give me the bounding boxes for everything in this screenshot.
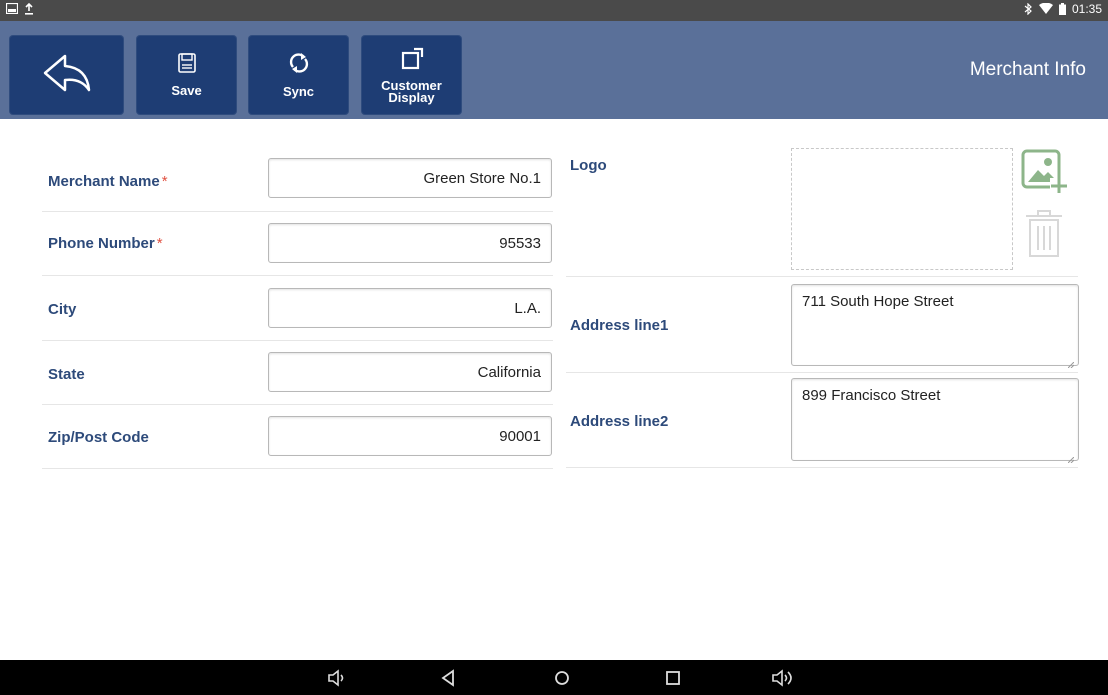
state-input[interactable]: California — [268, 352, 552, 392]
customer-display-icon — [400, 47, 424, 76]
resize-handle-icon[interactable] — [1067, 355, 1075, 369]
page-title: Merchant Info — [969, 59, 1086, 80]
zip-row: Zip/Post Code 90001 — [42, 405, 553, 469]
address2-textarea[interactable]: 899 Francisco Street — [791, 378, 1079, 464]
state-label: State — [48, 366, 85, 383]
phone-number-input[interactable]: 95533 — [268, 223, 552, 263]
customer-display-label: Customer Display — [381, 79, 442, 105]
sync-icon — [289, 52, 309, 79]
wifi-icon — [1038, 2, 1053, 16]
address1-label: Address line1 — [570, 317, 669, 334]
trash-icon[interactable] — [1024, 210, 1064, 260]
bluetooth-icon — [1024, 2, 1033, 16]
volume-down-icon[interactable] — [327, 669, 347, 692]
add-image-icon[interactable] — [1020, 148, 1070, 194]
battery-icon — [1058, 3, 1066, 16]
resize-handle-icon[interactable] — [1067, 450, 1075, 464]
status-bar: 01:35 — [0, 0, 1108, 21]
city-input[interactable]: L.A. — [268, 288, 552, 328]
merchant-name-label-text: Merchant Name — [48, 173, 160, 190]
phone-number-row: Phone Number * 95533 — [42, 212, 553, 276]
phone-number-label-text: Phone Number — [48, 235, 155, 252]
city-label: City — [48, 301, 77, 318]
phone-number-label: Phone Number * — [48, 235, 163, 252]
save-icon — [177, 53, 196, 78]
clock: 01:35 — [1071, 2, 1102, 16]
back-button[interactable] — [9, 35, 124, 115]
sync-button[interactable]: Sync — [248, 35, 349, 115]
zip-label: Zip/Post Code — [48, 429, 149, 446]
back-icon[interactable] — [440, 669, 456, 692]
logo-label: Logo — [570, 157, 607, 174]
address2-value: 899 Francisco Street — [802, 387, 941, 404]
required-marker: * — [156, 235, 163, 252]
customer-display-button[interactable]: Customer Display — [361, 35, 462, 115]
volume-up-icon[interactable] — [771, 669, 795, 692]
home-icon[interactable] — [553, 669, 571, 692]
merchant-name-input[interactable]: Green Store No.1 — [268, 158, 552, 198]
customer-display-label-line2: Display — [388, 89, 435, 105]
address1-value: 711 South Hope Street — [802, 293, 954, 310]
merchant-name-row: Merchant Name * Green Store No.1 — [42, 146, 553, 212]
save-button[interactable]: Save — [136, 35, 237, 115]
required-marker: * — [161, 173, 168, 190]
screenshot-icon — [5, 2, 19, 16]
toolbar: Save Sync Customer Display Merchant Info — [0, 21, 1108, 119]
merchant-name-label: Merchant Name * — [48, 173, 168, 190]
back-arrow-icon — [41, 52, 93, 99]
logo-dropzone[interactable] — [791, 148, 1013, 270]
save-label: Save — [171, 83, 202, 98]
city-row: City L.A. — [42, 276, 553, 341]
state-row: State California — [42, 341, 553, 405]
recents-icon[interactable] — [664, 669, 682, 692]
sync-label: Sync — [282, 84, 315, 99]
upload-icon — [24, 2, 34, 16]
navigation-bar — [0, 660, 1108, 695]
zip-input[interactable]: 90001 — [268, 416, 552, 456]
address2-label: Address line2 — [570, 413, 669, 430]
address1-textarea[interactable]: 711 South Hope Street — [791, 284, 1079, 369]
